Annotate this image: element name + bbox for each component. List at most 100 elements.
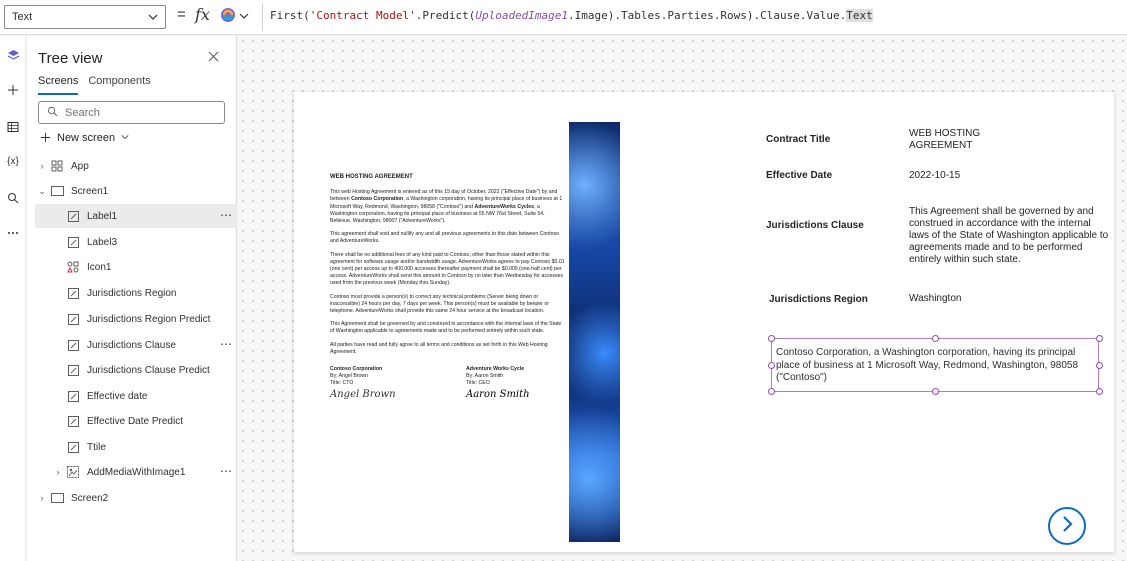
- contract-title-value-line: AGREEMENT: [909, 140, 973, 151]
- tree-item-label: Icon1: [87, 261, 112, 273]
- resize-handle[interactable]: [1096, 335, 1103, 342]
- more-icon[interactable]: ⋯: [220, 464, 233, 478]
- pencil-icon: [65, 414, 81, 428]
- tree-item-app[interactable]: › App: [35, 154, 237, 178]
- doc-paragraph: All parties have read and fully agree to…: [330, 341, 548, 355]
- chevron-right-icon[interactable]: ›: [51, 467, 65, 477]
- tree-item-label1[interactable]: Label1 ⋯: [35, 204, 237, 228]
- tree-item-effective-date[interactable]: Effective date: [35, 384, 237, 408]
- variables-icon[interactable]: {x}: [0, 150, 26, 172]
- pencil-icon: [65, 286, 81, 300]
- doc-paragraph: Contoso must provide a person(s) to corr…: [330, 293, 549, 315]
- fx-icon[interactable]: fx: [195, 5, 210, 24]
- chevron-down-icon: [121, 132, 129, 144]
- pencil-icon: [65, 312, 81, 326]
- search-icon: [47, 106, 58, 120]
- tree-item-jurisdictions-clause[interactable]: Jurisdictions Clause ⋯: [35, 333, 237, 357]
- formula-token: First(: [270, 9, 310, 22]
- tree-item-label: Label1: [87, 210, 118, 222]
- formula-input[interactable]: First('Contract Model'.Predict(UploadedI…: [270, 9, 873, 22]
- chevron-down-icon: [148, 12, 158, 25]
- more-icon[interactable]: ⋯: [220, 208, 233, 222]
- tree-item-jurisdictions-clause-predict[interactable]: Jurisdictions Clause Predict: [35, 358, 237, 382]
- sig-org: Contoso Corporation: [330, 366, 383, 373]
- resize-handle[interactable]: [932, 388, 939, 395]
- tree-item-label: Jurisdictions Region: [87, 287, 177, 299]
- resize-handle[interactable]: [1096, 362, 1103, 369]
- doc-signatures: Contoso Corporation By: Angel Brown Titl…: [330, 366, 566, 402]
- tree-item-label: Label3: [87, 236, 118, 248]
- plus-icon[interactable]: [0, 79, 26, 101]
- app-screen[interactable]: WEB HOSTING AGREEMENT This web Hosting A…: [294, 92, 1114, 552]
- pencil-icon: [65, 440, 81, 454]
- tree-item-icon1[interactable]: Icon1: [35, 255, 237, 279]
- doc-paragraph: There shall be no additional fees of any…: [330, 251, 565, 287]
- tab-components[interactable]: Components: [88, 75, 150, 95]
- effective-date-label: Effective Date: [766, 170, 833, 181]
- doc-paragraph: This web Hosting Agreement is entered as…: [330, 189, 566, 225]
- tree-item-effective-date-predict[interactable]: Effective Date Predict: [35, 409, 237, 433]
- handwritten-signature: Aaron Smith: [466, 388, 530, 400]
- pencil-icon: [65, 209, 81, 223]
- sig-by: By: Angel Brown: [330, 373, 369, 380]
- tree-item-addmediawithimage1[interactable]: › AddMediaWithImage1 ⋯: [35, 460, 237, 484]
- doc-text-bold: Contoso Corporation: [351, 196, 404, 203]
- media-icon: [65, 465, 81, 479]
- chevron-down-icon: [239, 8, 249, 26]
- resize-handle[interactable]: [768, 388, 775, 395]
- selected-label1[interactable]: Contoso Corporation, a Washington corpor…: [771, 338, 1099, 392]
- tab-screens[interactable]: Screens: [38, 75, 79, 95]
- tree-item-label: Jurisdictions Clause Predict: [87, 364, 210, 376]
- doc-paragraph: This Agreement shall be governed by and …: [330, 321, 562, 335]
- tree-search-input[interactable]: Search: [38, 101, 225, 124]
- tree-item-jurisdictions-region-predict[interactable]: Jurisdictions Region Predict: [35, 307, 237, 331]
- resize-handle[interactable]: [932, 335, 939, 342]
- effective-date-value: 2022-10-15: [909, 170, 961, 181]
- signature-left: Contoso Corporation By: Angel Brown Titl…: [330, 366, 430, 402]
- formula-token-highlighted: Text: [846, 9, 873, 22]
- tree-item-label: Screen2: [71, 492, 109, 504]
- tree-item-ttile[interactable]: Ttile: [35, 435, 237, 459]
- table-icon[interactable]: [0, 116, 26, 138]
- chevron-right-icon[interactable]: ›: [35, 161, 49, 171]
- jurisdictions-clause-value: This Agreement shall be governed by and …: [909, 206, 1109, 265]
- jurisdictions-region-label: Jurisdictions Region: [769, 294, 868, 305]
- layers-icon[interactable]: [0, 44, 26, 66]
- left-rail: {x}: [0, 36, 26, 561]
- formula-token: .Predict(: [415, 9, 476, 22]
- sig-title: Title: CEO: [466, 380, 490, 387]
- contract-title-value-line: WEB HOSTING: [909, 128, 981, 139]
- handwritten-signature: Angel Brown: [330, 388, 396, 400]
- copilot-button[interactable]: [220, 6, 258, 28]
- tree-item-label: Effective Date Predict: [87, 415, 183, 427]
- resize-handle[interactable]: [1096, 388, 1103, 395]
- close-icon[interactable]: [208, 49, 219, 67]
- next-button[interactable]: [1048, 507, 1086, 545]
- new-screen-button[interactable]: New screen: [40, 130, 129, 146]
- contract-title-value: WEB HOSTING AGREEMENT: [909, 128, 980, 152]
- tree-item-screen2[interactable]: › Screen2: [35, 486, 237, 510]
- chevron-down-icon[interactable]: ⌄: [35, 186, 49, 197]
- resize-handle[interactable]: [768, 362, 775, 369]
- formula-token: .Image).Tables.Parties.Rows).Clause.Valu…: [568, 9, 847, 22]
- more-icon[interactable]: ⋯: [220, 337, 233, 351]
- pencil-icon: [65, 389, 81, 403]
- plus-icon: [40, 130, 51, 146]
- chevron-right-icon[interactable]: ›: [35, 493, 49, 503]
- signature-right: Adventure Works Cycle By: Aaron Smith Ti…: [466, 366, 566, 402]
- chevron-right-icon: [1059, 515, 1075, 538]
- doc-text-bold: AdventureWorks Cycles: [474, 203, 535, 210]
- tree-tabs: Screens Components: [38, 75, 151, 95]
- search-icon[interactable]: [0, 187, 26, 209]
- sig-by: By: Aaron Smith: [466, 373, 504, 380]
- tree-item-jurisdictions-region[interactable]: Jurisdictions Region: [35, 281, 237, 305]
- resize-handle[interactable]: [768, 335, 775, 342]
- more-icon[interactable]: [0, 222, 26, 244]
- tree-item-label3[interactable]: Label3: [35, 230, 237, 254]
- screen-icon: [49, 184, 65, 198]
- tree-item-label: Ttile: [87, 441, 106, 453]
- formula-bar: Text = fx First('Contract Model'.Predict…: [0, 0, 1127, 35]
- property-dropdown[interactable]: Text: [4, 5, 166, 29]
- sig-org: Adventure Works Cycle: [466, 366, 525, 373]
- tree-item-screen1[interactable]: ⌄ Screen1: [35, 179, 237, 203]
